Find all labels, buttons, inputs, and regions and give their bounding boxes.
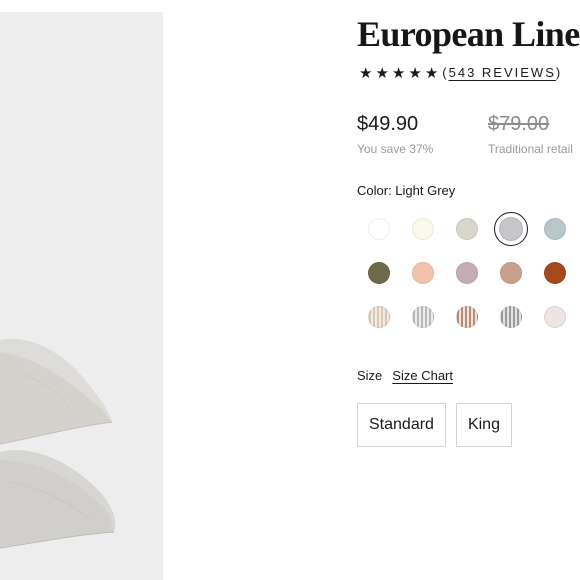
swatch-dot — [456, 306, 478, 328]
star-icon: ★ — [375, 64, 389, 82]
reviews-link[interactable]: (543 REVIEWS) — [442, 64, 562, 82]
swatch-row — [357, 207, 577, 251]
swatch-dot — [544, 218, 566, 240]
retail-price: $79.00 — [488, 113, 550, 135]
product-info-panel: European Linen Sheet Set ★ ★ ★ ★ ★ (543 … — [357, 0, 580, 580]
star-icon: ★ — [359, 64, 373, 82]
swatch-dot — [412, 218, 434, 240]
swatch-dot — [368, 306, 390, 328]
swatch-rust[interactable] — [533, 251, 577, 295]
swatch-white[interactable] — [357, 207, 401, 251]
size-row: Size Size Chart — [357, 368, 453, 383]
size-label: Size — [357, 368, 383, 383]
swatch-blush[interactable] — [533, 295, 577, 339]
swatch-dot — [368, 262, 390, 284]
product-title: European Linen Sheet Set — [357, 14, 580, 54]
swatch-blue-grey[interactable] — [533, 207, 577, 251]
pillow-stack-illustration — [0, 338, 116, 549]
size-chart-link[interactable]: Size Chart — [392, 368, 453, 383]
swatch-dot — [499, 217, 523, 241]
selected-ring — [494, 212, 528, 246]
swatch-light-grey[interactable] — [489, 207, 533, 251]
swatch-peach[interactable] — [401, 251, 445, 295]
swatch-dot — [544, 306, 566, 328]
swatch-cream[interactable] — [401, 207, 445, 251]
swatch-dot — [368, 218, 390, 240]
reviews-close-paren: ) — [555, 65, 563, 80]
size-option-standard[interactable]: Standard — [357, 403, 446, 447]
color-swatch-grid — [357, 207, 577, 339]
swatch-oat[interactable] — [445, 207, 489, 251]
reviews-count[interactable]: 543 REVIEWS — [449, 65, 556, 80]
swatch-dot — [544, 262, 566, 284]
swatch-dot — [456, 262, 478, 284]
swatch-dot — [500, 306, 522, 328]
size-option-king[interactable]: King — [455, 403, 512, 447]
swatch-tan-stripe[interactable] — [357, 295, 401, 339]
swatch-row — [357, 295, 577, 339]
swatch-clay[interactable] — [489, 251, 533, 295]
star-icon: ★ — [424, 64, 439, 82]
swatch-rust-stripe[interactable] — [445, 295, 489, 339]
star-icon: ★ — [408, 64, 422, 82]
sale-price-block: $49.90 You save 37% — [357, 112, 433, 156]
color-label: Color: Light Grey — [357, 183, 456, 198]
size-options: Standard King — [357, 403, 512, 447]
swatch-dot — [412, 262, 434, 284]
savings-note: You save 37% — [357, 142, 434, 156]
retail-note: Traditional retail — [488, 142, 573, 156]
rating-row[interactable]: ★ ★ ★ ★ ★ (543 REVIEWS) — [359, 64, 562, 82]
swatch-charcoal-stripe[interactable] — [489, 295, 533, 339]
star-rating: ★ ★ ★ ★ ★ — [359, 64, 438, 82]
swatch-olive[interactable] — [357, 251, 401, 295]
product-image — [0, 12, 163, 580]
swatch-grey-stripe[interactable] — [401, 295, 445, 339]
swatch-mauve[interactable] — [445, 251, 489, 295]
swatch-dot — [500, 262, 522, 284]
star-icon: ★ — [391, 64, 406, 82]
swatch-dot — [456, 218, 478, 240]
sale-price: $49.90 — [357, 113, 419, 135]
swatch-row — [357, 251, 577, 295]
swatch-dot — [412, 306, 434, 328]
retail-price-block: $79.00 Traditional retail — [488, 112, 573, 156]
